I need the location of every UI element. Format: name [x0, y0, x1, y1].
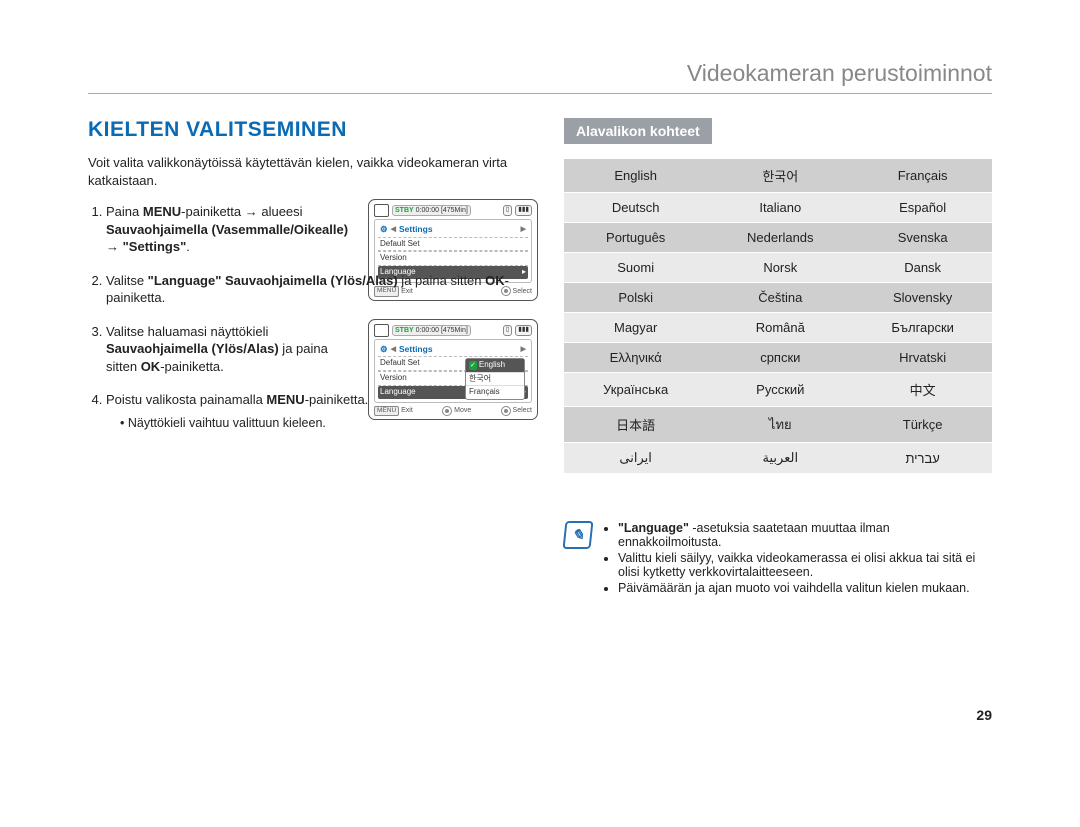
- breadcrumb: Videokameran perustoiminnot: [88, 60, 992, 94]
- language-cell: српски: [707, 343, 853, 373]
- language-cell: English: [564, 159, 707, 193]
- battery-icon: ▮▮▮: [515, 205, 532, 216]
- language-cell: Nederlands: [707, 223, 853, 253]
- card-icon: ▯: [503, 205, 513, 216]
- step-4-bullet: Näyttökieli vaihtuu valittuun kieleen.: [106, 415, 528, 432]
- language-cell: Italiano: [707, 193, 853, 223]
- note-box: ✎ "Language" -asetuksia saatetaan muutta…: [564, 521, 992, 597]
- language-table: English한국어Français DeutschItalianoEspañol…: [564, 158, 992, 473]
- language-cell: 한국어: [707, 159, 853, 193]
- language-cell: Suomi: [564, 253, 707, 283]
- language-cell: Ελληνικά: [564, 343, 707, 373]
- section-intro: Voit valita valikkonäytöissä käytettävän…: [88, 154, 528, 189]
- page-number: 29: [88, 707, 992, 723]
- camera-icon: [374, 204, 389, 217]
- note-item: Valittu kieli säilyy, vaikka videokamera…: [618, 551, 992, 579]
- language-cell: Español: [853, 193, 992, 223]
- language-cell: 中文: [853, 373, 992, 407]
- language-cell: العربية: [707, 443, 853, 474]
- language-cell: Português: [564, 223, 707, 253]
- step-text: Valitse haluamasi näyttökieli Sauvaohjai…: [106, 324, 328, 374]
- language-cell: Norsk: [707, 253, 853, 283]
- step-2: Valitse "Language" Sauvaohjaimella (Ylös…: [106, 272, 528, 307]
- language-cell: Русский: [707, 373, 853, 407]
- language-cell: Français: [853, 159, 992, 193]
- camera-icon: [374, 324, 389, 337]
- step-1: Paina MENU-painiketta → alueesi Sauvaohj…: [106, 203, 528, 256]
- steps-list: Paina MENU-painiketta → alueesi Sauvaohj…: [88, 203, 528, 432]
- submenu-header: Alavalikon kohteet: [564, 118, 712, 144]
- language-cell: Türkçe: [853, 407, 992, 443]
- language-cell: Polski: [564, 283, 707, 313]
- gear-icon: ⚙: [380, 224, 388, 235]
- language-cell: Hrvatski: [853, 343, 992, 373]
- language-cell: Svenska: [853, 223, 992, 253]
- note-icon: ✎: [563, 521, 594, 549]
- step-text: Paina MENU-painiketta → alueesi Sauvaohj…: [106, 204, 348, 254]
- language-cell: Magyar: [564, 313, 707, 343]
- language-cell: עברית: [853, 443, 992, 474]
- language-cell: 日本語: [564, 407, 707, 443]
- language-cell: Slovensky: [853, 283, 992, 313]
- language-cell: ไทย: [707, 407, 853, 443]
- step-3: Valitse haluamasi näyttökieli Sauvaohjai…: [106, 323, 528, 376]
- language-cell: Deutsch: [564, 193, 707, 223]
- note-item: Päivämäärän ja ajan muoto voi vaihdella …: [618, 581, 992, 595]
- step-text: Poistu valikosta painamalla MENU-painike…: [106, 392, 368, 407]
- section-title: KIELTEN VALITSEMINEN: [88, 118, 528, 142]
- language-cell: Română: [707, 313, 853, 343]
- language-cell: ایرانی: [564, 443, 707, 474]
- step-text: Valitse "Language" Sauvaohjaimella (Ylös…: [106, 273, 509, 306]
- language-cell: Čeština: [707, 283, 853, 313]
- language-cell: Dansk: [853, 253, 992, 283]
- language-cell: Български: [853, 313, 992, 343]
- note-item: "Language" -asetuksia saatetaan muuttaa …: [618, 521, 992, 549]
- language-cell: Українська: [564, 373, 707, 407]
- step-4: Poistu valikosta painamalla MENU-painike…: [106, 391, 528, 431]
